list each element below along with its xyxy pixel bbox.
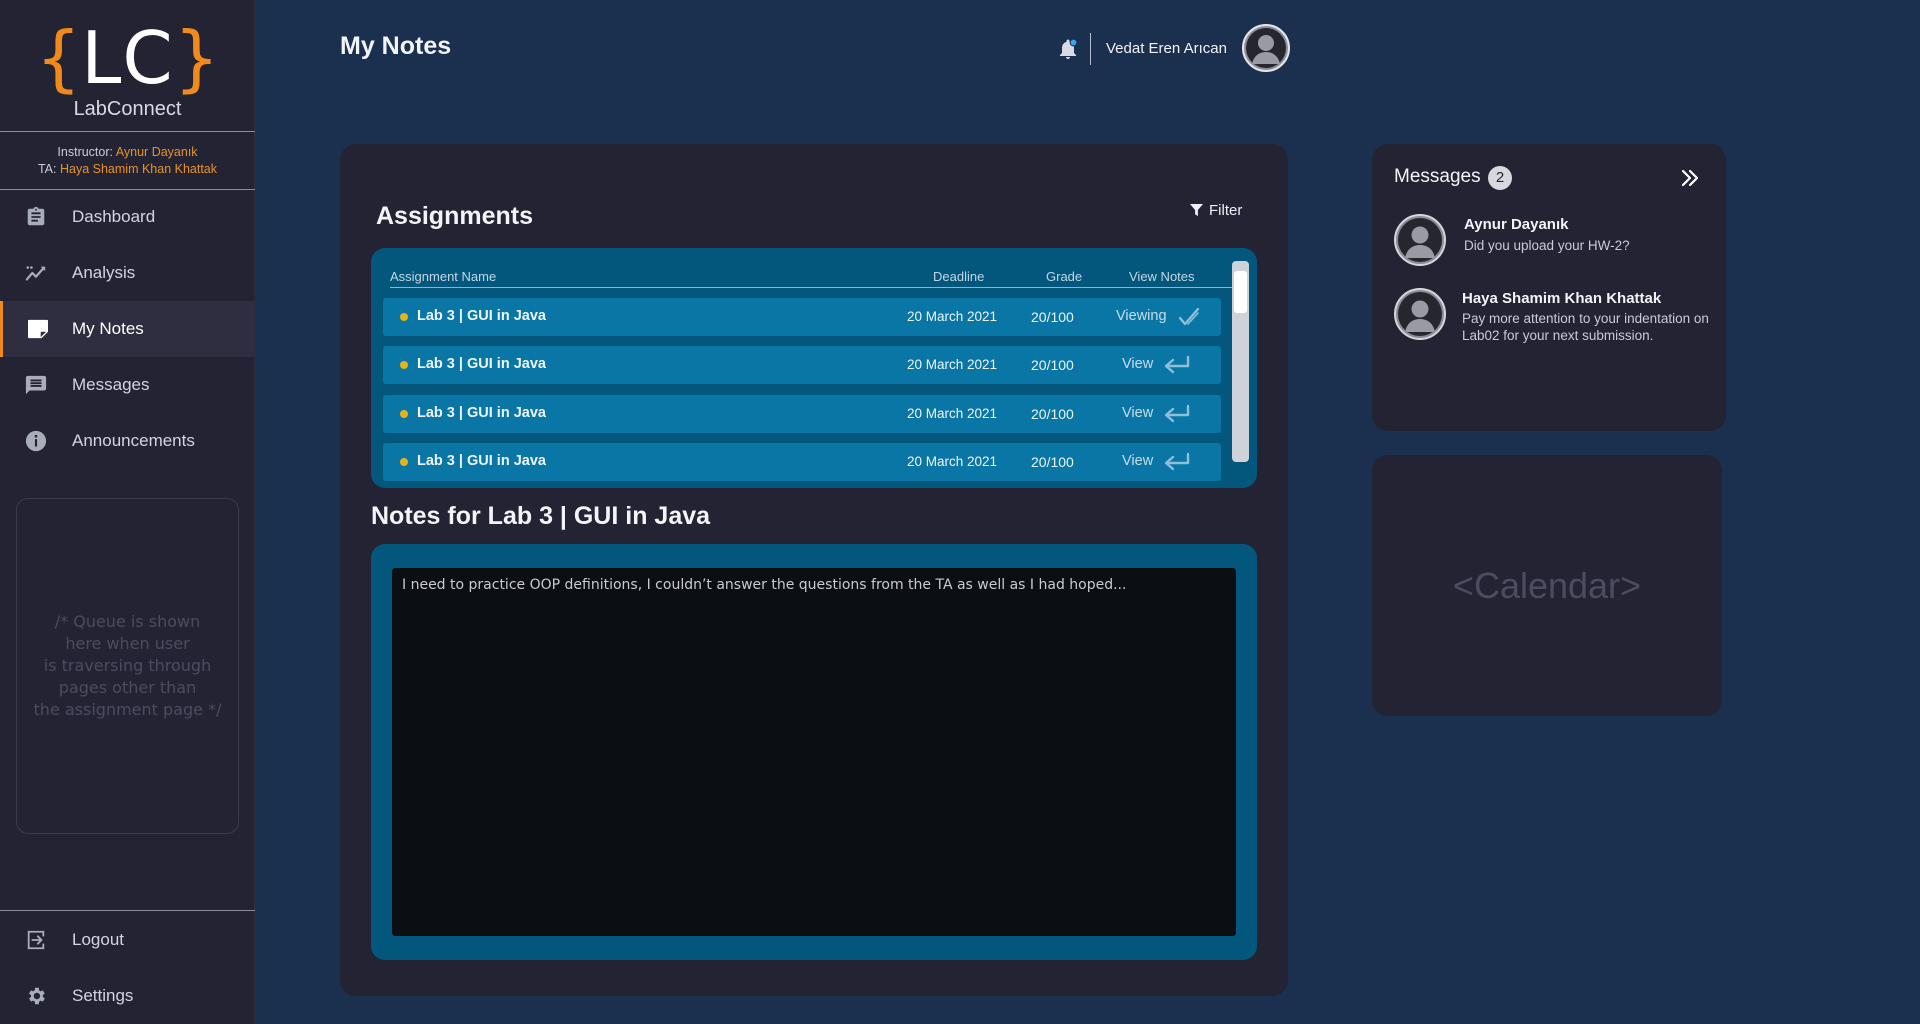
sidebar: {LC} LabConnect Instructor: Aynur Dayanı… [0,0,255,1024]
assignments-title: Assignments [376,202,533,230]
return-arrow-icon[interactable] [1163,355,1191,378]
calendar-placeholder-text: <Calendar> [1452,564,1642,606]
instructor-name: Aynur Dayanık [115,145,198,159]
sidebar-item-label: Dashboard [72,207,156,226]
table-row[interactable]: Lab 3 | GUI in Java 20 March 2021 20/100… [383,443,1221,481]
logout-label: Logout [72,930,124,949]
filter-button[interactable]: Filter [1190,202,1242,219]
unread-count-badge: 2 [1488,166,1512,190]
assignment-grade: 20/100 [1031,454,1074,470]
message-preview: Did you upload your HW-2? [1464,238,1630,253]
logout-icon [0,929,72,951]
table-row[interactable]: Lab 3 | GUI in Java 20 March 2021 20/100… [383,395,1221,433]
column-header-view-notes[interactable]: View Notes [1129,269,1195,284]
table-header: Assignment Name Deadline Grade View Note… [390,268,1232,288]
note-icon [3,319,72,339]
double-chevron-right-icon[interactable] [1680,168,1700,193]
info-icon [0,430,72,452]
assignment-grade: 20/100 [1031,357,1074,373]
message-preview: Pay more attention to your indentation o… [1462,311,1709,343]
logo-brace-close: } [173,16,220,100]
app-logo[interactable]: {LC} [0,18,255,98]
sidebar-item-messages[interactable]: Messages [0,357,255,413]
assignment-deadline: 20 March 2021 [907,454,998,469]
column-header-name[interactable]: Assignment Name [390,269,496,284]
assignment-name: Lab 3 | GUI in Java [417,308,546,324]
user-avatar[interactable] [1242,24,1290,72]
avatar-silhouette-icon [1246,28,1286,68]
assignment-name: Lab 3 | GUI in Java [417,356,546,372]
sidebar-item-label: My Notes [72,319,144,338]
viewing-label: Viewing [1116,308,1167,324]
logo-letters: LC [81,16,174,100]
user-name[interactable]: Vedat Eren Arıcan [1106,40,1227,57]
status-dot [400,458,408,466]
assignment-deadline: 20 March 2021 [907,406,998,421]
notification-bell-icon[interactable] [1058,38,1078,65]
sidebar-item-label: Announcements [72,431,195,450]
settings-button[interactable]: Settings [0,968,255,1024]
return-arrow-icon[interactable] [1163,452,1191,475]
assignment-deadline: 20 March 2021 [907,309,998,324]
notes-panel: I need to practice OOP definitions, I co… [371,544,1257,960]
sidebar-item-label: Analysis [72,263,136,282]
view-notes-link[interactable]: View [1122,453,1153,469]
divider [0,131,255,132]
avatar [1394,214,1446,266]
notes-textarea[interactable]: I need to practice OOP definitions, I co… [392,568,1236,936]
clipboard-icon [0,206,72,228]
assignment-name: Lab 3 | GUI in Java [417,453,546,469]
assignment-name: Lab 3 | GUI in Java [417,405,546,421]
scrollbar-thumb[interactable] [1234,271,1247,313]
avatar-silhouette-icon [1398,292,1442,336]
sidebar-item-announcements[interactable]: Announcements [0,413,255,469]
column-header-deadline[interactable]: Deadline [933,269,984,284]
table-row[interactable]: Lab 3 | GUI in Java 20 March 2021 20/100… [383,298,1221,336]
status-dot [400,361,408,369]
page-title: My Notes [340,32,452,60]
message-sender: Aynur Dayanık [1464,216,1569,233]
view-notes-link[interactable]: View [1122,356,1153,372]
logout-button[interactable]: Logout [0,912,255,968]
assignments-table: Assignment Name Deadline Grade View Note… [371,248,1257,488]
ta-label: TA: [37,162,57,176]
app-name: LabConnect [73,98,182,120]
sidebar-item-dashboard[interactable]: Dashboard [0,189,255,245]
status-dot [400,313,408,321]
divider [0,910,255,911]
column-header-grade[interactable]: Grade [1046,269,1082,284]
assignment-grade: 20/100 [1031,406,1074,422]
messages-card: Messages 2 Aynur Dayanık Did you upload … [1372,144,1726,431]
instructor-label: Instructor: [57,145,113,159]
message-sender: Haya Shamim Khan Khattak [1462,290,1662,307]
checkmark-icon [1178,307,1200,330]
table-scrollbar[interactable] [1232,261,1249,462]
view-notes-link[interactable]: View [1122,405,1153,421]
return-arrow-icon[interactable] [1163,404,1191,427]
assignment-grade: 20/100 [1031,309,1074,325]
filter-icon [1190,204,1203,217]
gear-icon [0,985,72,1007]
sidebar-item-my-notes[interactable]: My Notes [0,301,255,357]
avatar-silhouette-icon [1398,218,1442,262]
sidebar-item-label: Messages [72,375,150,394]
chat-bubble-icon [0,374,72,396]
logo-brace-open: { [35,16,82,100]
assignment-deadline: 20 March 2021 [907,357,998,372]
table-row[interactable]: Lab 3 | GUI in Java 20 March 2021 20/100… [383,346,1221,384]
queue-placeholder: /* Queue is shown here when user is trav… [16,498,239,834]
sidebar-item-analysis[interactable]: Analysis [0,245,255,301]
filter-label: Filter [1209,202,1243,219]
calendar-placeholder: <Calendar> [1372,455,1722,716]
avatar [1394,288,1446,340]
header-divider [1090,33,1091,65]
trend-line-icon [0,262,72,284]
course-staff: Instructor: Aynur Dayanık TA: Haya Shami… [0,144,255,178]
messages-title: Messages [1394,166,1481,187]
notes-title: Notes for Lab 3 | GUI in Java [371,502,711,530]
ta-name: Haya Shamim Khan Khattak [59,162,218,176]
settings-label: Settings [72,986,134,1005]
status-dot [400,410,408,418]
